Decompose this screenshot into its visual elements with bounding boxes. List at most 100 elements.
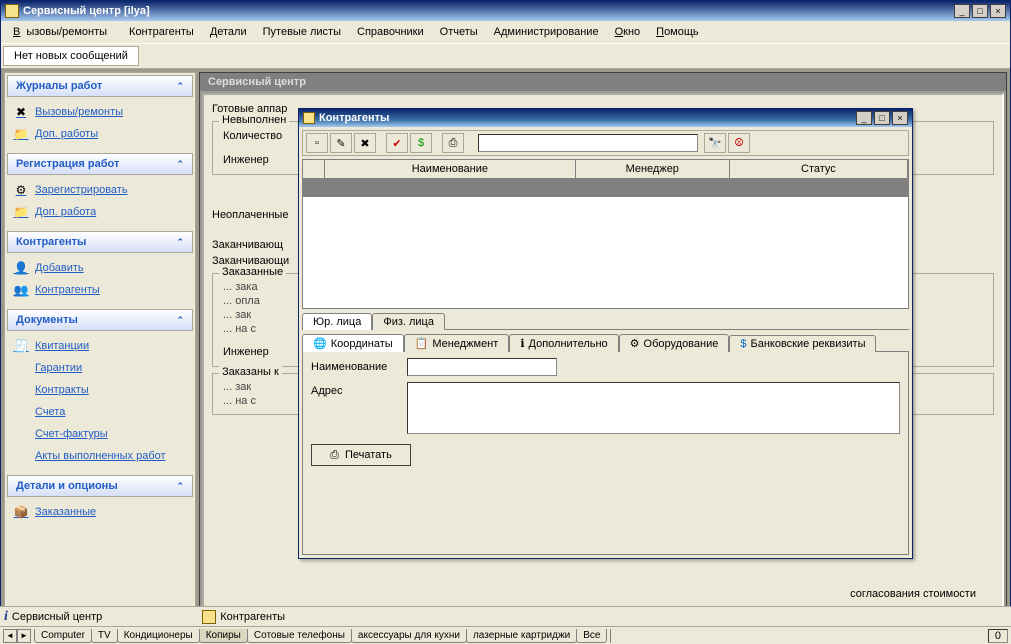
new-button[interactable]: ▫ [306, 133, 328, 153]
btab-tv[interactable]: TV [91, 629, 118, 643]
col-manager[interactable]: Менеджер [576, 160, 730, 178]
print-button[interactable]: ⎙Печатать [311, 444, 411, 466]
btab-all[interactable]: Все [576, 629, 607, 643]
group-header-documents[interactable]: Документы⌃ [7, 309, 193, 331]
menu-admin[interactable]: Администрирование [488, 24, 605, 40]
find-button[interactable]: 🔭 [704, 133, 726, 153]
btab-kitchen[interactable]: аксессуары для кухни [351, 629, 467, 643]
group-header-journals[interactable]: Журналы работ⌃ [7, 75, 193, 97]
nav-warranty[interactable]: Гарантии [9, 357, 191, 379]
close-button[interactable]: × [990, 4, 1006, 18]
doc-icon [13, 360, 29, 376]
contragents-grid[interactable]: Наименование Менеджер Статус [302, 159, 909, 309]
dollar-icon: $ [740, 338, 746, 350]
menu-refs[interactable]: Справочники [351, 24, 430, 40]
child-close-button[interactable]: × [892, 111, 908, 125]
child-icon [303, 112, 315, 124]
notification-text: Нет новых сообщений [3, 46, 139, 66]
sidebar: Журналы работ⌃ ✖Вызовы/ремонты 📁Доп. раб… [4, 72, 196, 640]
tab-equipment[interactable]: ⚙Оборудование [619, 334, 730, 352]
status-item-service[interactable]: iСервисный центр [4, 609, 102, 625]
search-input[interactable] [478, 134, 698, 152]
app-title: Сервисный центр [ilya] [23, 5, 954, 17]
delete-button[interactable]: ✖ [354, 133, 376, 153]
person-plus-icon: 👤 [13, 260, 29, 276]
btab-cartridges[interactable]: лазерные картриджи [466, 629, 577, 643]
globe-icon: 🌐 [313, 338, 327, 350]
btab-computer[interactable]: Computer [34, 629, 92, 643]
nav-invoices[interactable]: Счета [9, 401, 191, 423]
nav-addworks[interactable]: 📁Доп. работы [9, 123, 191, 145]
tab-person[interactable]: Физ. лица [372, 313, 445, 330]
tab-bank[interactable]: $Банковские реквизиты [729, 335, 876, 352]
info-icon: i [4, 609, 8, 625]
folder-icon: 📁 [13, 204, 29, 220]
group-header-contragents[interactable]: Контрагенты⌃ [7, 231, 193, 253]
mdi-title: Сервисный центр [200, 73, 1006, 91]
box-icon: 📦 [13, 504, 29, 520]
dollar-icon: $ [418, 137, 424, 149]
nav-ordered[interactable]: 📦Заказанные [9, 501, 191, 523]
printer-icon: ⎙ [449, 137, 458, 150]
btab-ac[interactable]: Кондиционеры [117, 629, 200, 643]
menu-window[interactable]: Окно [609, 24, 647, 40]
tab-scroll-right[interactable]: ► [17, 629, 31, 643]
detail-panel: Наименование Адрес ⎙Печатать [302, 351, 909, 555]
grid-selected-row[interactable] [303, 179, 908, 197]
contragents-window: Контрагенты _ □ × ▫ ✎ ✖ ✔ $ ⎙ 🔭 ⮾ Наимен… [298, 108, 913, 559]
tab-management[interactable]: 📋Менеджмент [404, 334, 510, 352]
child-minimize-button[interactable]: _ [856, 111, 872, 125]
group-header-parts[interactable]: Детали и опционы⌃ [7, 475, 193, 497]
main-titlebar: Сервисный центр [ilya] _ □ × [1, 1, 1010, 21]
people-icon: 👥 [13, 282, 29, 298]
folder-icon: 📁 [13, 126, 29, 142]
tab-scroll-left[interactable]: ◄ [3, 629, 17, 643]
tab-extra[interactable]: ℹДополнительно [509, 334, 618, 352]
gear-icon: ⚙ [630, 338, 640, 350]
printer-icon: ⎙ [330, 449, 339, 462]
group-header-register[interactable]: Регистрация работ⌃ [7, 153, 193, 175]
maximize-button[interactable]: □ [972, 4, 988, 18]
minimize-button[interactable]: _ [954, 4, 970, 18]
child-maximize-button[interactable]: □ [874, 111, 890, 125]
nav-register[interactable]: ⚙Зарегистрировать [9, 179, 191, 201]
check-button[interactable]: ✔ [386, 133, 408, 153]
doc-icon [13, 426, 29, 442]
notification-bar: Нет новых сообщений [1, 44, 1010, 69]
money-button[interactable]: $ [410, 133, 432, 153]
doc-icon [13, 404, 29, 420]
menu-parts[interactable]: Детали [204, 24, 253, 40]
col-status[interactable]: Статус [730, 160, 908, 178]
menu-calls[interactable]: Вызовы/ремонты [7, 24, 119, 40]
chevron-up-icon: ⌃ [176, 159, 184, 170]
menu-reports[interactable]: Отчеты [434, 24, 484, 40]
tab-legal[interactable]: Юр. лица [302, 313, 372, 330]
name-field[interactable] [407, 358, 557, 376]
print-toolbar-button[interactable]: ⎙ [442, 133, 464, 153]
nav-contracts[interactable]: Контракты [9, 379, 191, 401]
clear-filter-button[interactable]: ⮾ [728, 133, 750, 153]
chevron-up-icon: ⌃ [176, 315, 184, 326]
info-icon: ℹ [520, 338, 524, 350]
nav-add-contragent[interactable]: 👤Добавить [9, 257, 191, 279]
doc-icon [13, 382, 29, 398]
status-item-contragents[interactable]: Контрагенты [202, 610, 285, 624]
menu-help[interactable]: Помощь [650, 24, 705, 40]
gear-plus-icon: ⚙ [13, 182, 29, 198]
nav-receipts[interactable]: 🧾Квитанции [9, 335, 191, 357]
nav-invoice-facts[interactable]: Счет-фактуры [9, 423, 191, 445]
nav-addwork[interactable]: 📁Доп. работа [9, 201, 191, 223]
btab-phones[interactable]: Сотовые телефоны [247, 629, 352, 643]
menu-contragents[interactable]: Контрагенты [123, 24, 200, 40]
receipt-icon: 🧾 [13, 338, 29, 354]
col-name[interactable]: Наименование [325, 160, 576, 178]
edit-button[interactable]: ✎ [330, 133, 352, 153]
nav-calls[interactable]: ✖Вызовы/ремонты [9, 101, 191, 123]
menu-routes[interactable]: Путевые листы [257, 24, 347, 40]
nav-contragents[interactable]: 👥Контрагенты [9, 279, 191, 301]
nav-acts[interactable]: Акты выполненных работ [9, 445, 191, 467]
list-icon: 📋 [415, 338, 429, 350]
tab-coords[interactable]: 🌐Координаты [302, 334, 404, 352]
address-field[interactable] [407, 382, 900, 434]
btab-copiers[interactable]: Копиры [199, 629, 248, 643]
